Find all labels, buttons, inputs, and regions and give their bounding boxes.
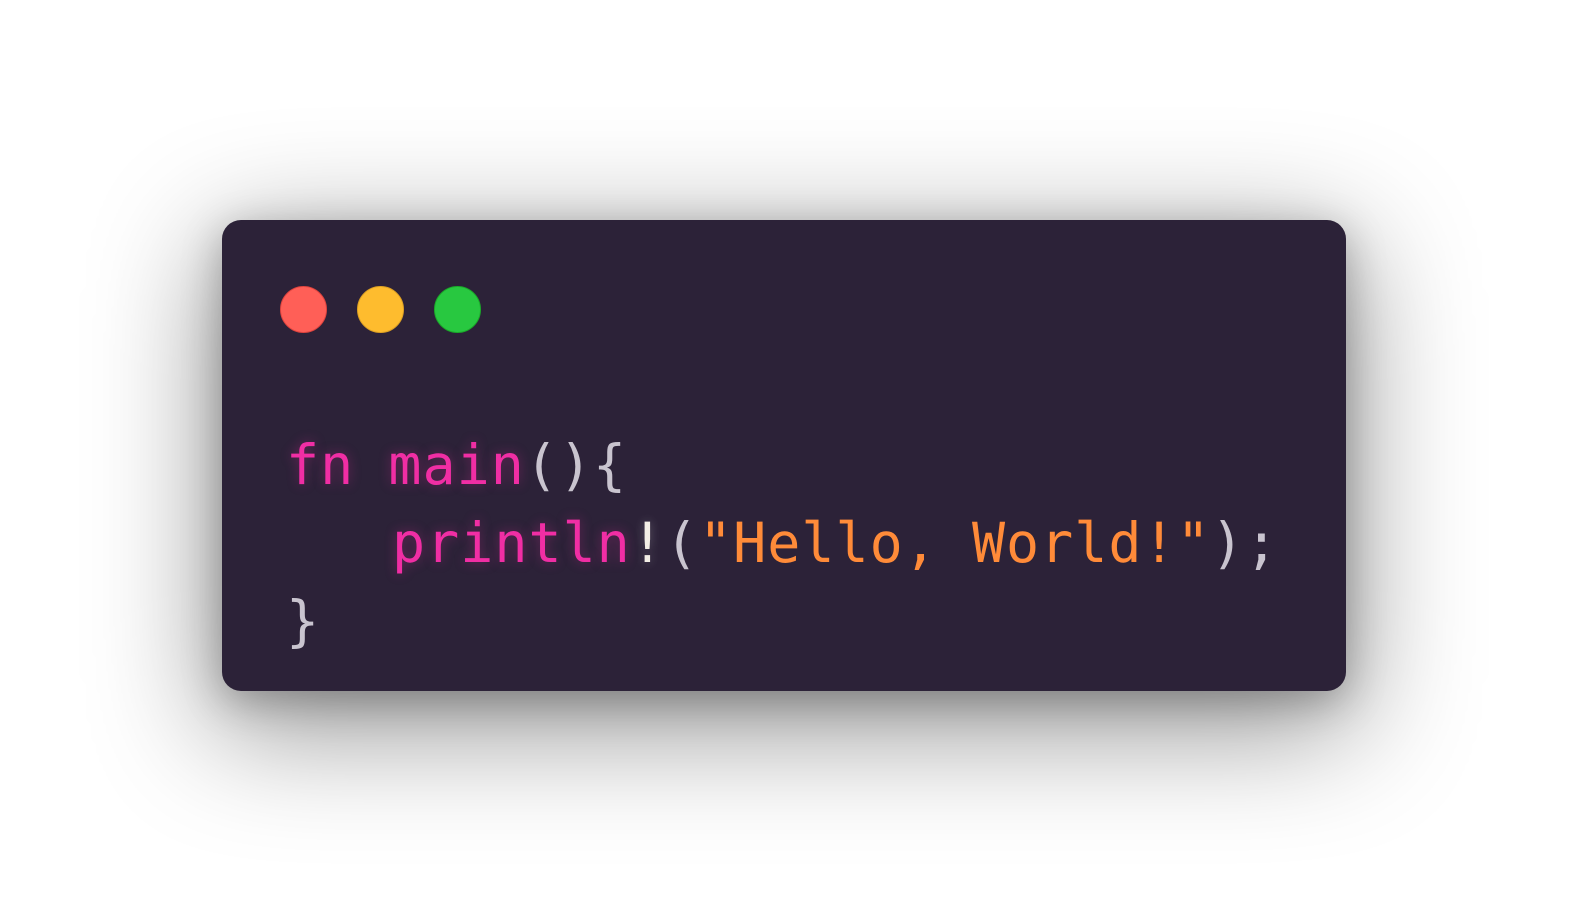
close-button[interactable]: [280, 286, 327, 333]
window-controls: [280, 286, 481, 333]
minimize-button[interactable]: [357, 286, 404, 333]
code-block: fn main(){println!("Hello, World!");}: [286, 426, 1279, 660]
macro-name: println: [392, 511, 631, 575]
open-brace: {: [593, 433, 628, 497]
canvas: fn main(){println!("Hello, World!");}: [0, 0, 1584, 924]
function-name: main: [388, 433, 525, 497]
maximize-button[interactable]: [434, 286, 481, 333]
keyword-fn: fn: [286, 433, 355, 497]
code-window: fn main(){println!("Hello, World!");}: [222, 220, 1346, 691]
open-paren: (: [664, 511, 700, 575]
code-line-2: println!("Hello, World!");: [286, 504, 1279, 582]
macro-bang: !: [630, 511, 665, 575]
parens: (): [524, 433, 594, 497]
string-literal: "Hello, World!": [699, 511, 1211, 575]
code-line-1: fn main(){: [286, 426, 1279, 504]
close-paren-semicolon: );: [1210, 511, 1279, 575]
close-brace: }: [286, 589, 321, 653]
code-line-3: }: [286, 582, 1279, 660]
